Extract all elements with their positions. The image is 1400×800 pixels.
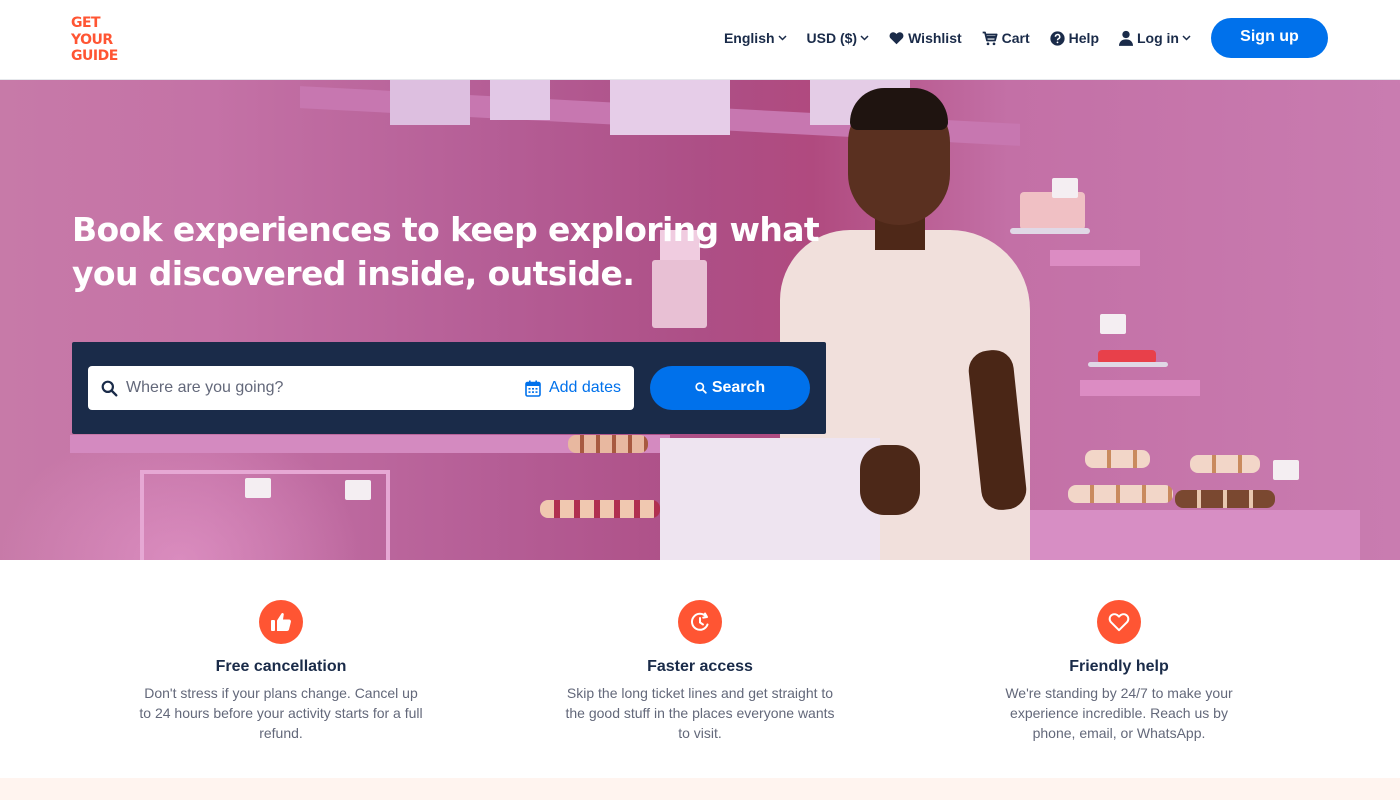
- feature-friendly-help: Friendly help We're standing by 24/7 to …: [969, 600, 1269, 743]
- decor-price-tag: [345, 480, 371, 500]
- heart-icon: [1097, 600, 1141, 644]
- decor-table: [1000, 510, 1360, 560]
- search-panel: Add dates Search: [72, 342, 826, 434]
- add-dates-label: Add dates: [548, 379, 621, 396]
- getyourguide-logo[interactable]: GET YOUR GUIDE: [71, 16, 131, 64]
- feature-description: Don't stress if your plans change. Cance…: [139, 685, 423, 741]
- decor-shelf: [1080, 380, 1200, 396]
- decor-price-tag: [1273, 460, 1299, 480]
- help-icon: [1050, 30, 1065, 46]
- feature-description: Skip the long ticket lines and get strai…: [565, 685, 835, 741]
- wishlist-link[interactable]: Wishlist: [889, 18, 962, 58]
- login-menu[interactable]: Log in: [1119, 18, 1191, 58]
- chevron-down-icon: [778, 35, 787, 41]
- feature-free-cancellation: Free cancellation Don't stress if your p…: [131, 600, 431, 743]
- feature-title: Free cancellation: [215, 658, 347, 675]
- feature-title: Faster access: [647, 658, 753, 675]
- destination-search-input[interactable]: [126, 368, 506, 408]
- search-button[interactable]: Search: [650, 366, 810, 410]
- wishlist-label: Wishlist: [908, 30, 962, 46]
- calendar-icon: [525, 380, 541, 397]
- logo-line-3: GUIDE: [71, 48, 118, 64]
- heart-icon: [889, 31, 904, 45]
- language-label: English: [723, 30, 775, 46]
- search-icon: [695, 382, 707, 394]
- decor-pastries: [1175, 490, 1275, 508]
- decor-gift-box: [490, 80, 550, 120]
- feature-description: We're standing by 24/7 to make your expe…: [1005, 685, 1233, 741]
- help-link[interactable]: Help: [1050, 18, 1099, 58]
- site-header: GET YOUR GUIDE English USD ($) Wishlist: [0, 0, 1400, 80]
- cart-icon: [982, 31, 998, 46]
- decor-white-box: [660, 438, 880, 560]
- logo-line-2: YOUR: [71, 31, 113, 48]
- decor-price-tag: [245, 478, 271, 498]
- language-selector[interactable]: English: [724, 18, 787, 58]
- decor-price-tag: [1100, 314, 1126, 334]
- hero-title: Book experiences to keep exploring what …: [72, 210, 820, 293]
- logo-line-1: GET: [71, 15, 101, 31]
- person-hand: [860, 445, 920, 515]
- decor-pastries: [1085, 450, 1150, 468]
- user-icon: [1119, 30, 1133, 46]
- cart-link[interactable]: Cart: [982, 18, 1030, 58]
- decor-pastries: [1190, 455, 1260, 473]
- top-nav: English USD ($) Wishlist Cart Help Log i…: [724, 18, 1328, 58]
- value-props: Free cancellation Don't stress if your p…: [0, 560, 1400, 778]
- destination-search-field[interactable]: Add dates: [88, 366, 634, 410]
- decor-price-tag: [1052, 178, 1078, 198]
- decor-pastries: [1068, 485, 1173, 503]
- clock-refresh-icon: [678, 600, 722, 644]
- login-label: Log in: [1137, 30, 1179, 46]
- hero-banner: Book experiences to keep exploring what …: [0, 80, 1400, 560]
- help-label: Help: [1068, 30, 1099, 46]
- decor-cake-stand: [1088, 362, 1168, 367]
- decor-gift-box: [610, 80, 730, 135]
- cart-label: Cart: [1001, 30, 1030, 46]
- decor-pastries: [568, 435, 648, 453]
- search-icon: [101, 380, 118, 397]
- person-hair: [850, 88, 948, 130]
- currency-label: USD ($): [806, 30, 858, 46]
- feature-title: Friendly help: [1069, 658, 1169, 675]
- next-section-edge: [0, 778, 1400, 800]
- decor-gift-box: [390, 80, 470, 125]
- search-button-label: Search: [711, 379, 766, 396]
- chevron-down-icon: [1182, 35, 1191, 41]
- decor-shelf: [1050, 250, 1140, 266]
- thumbs-up-icon: [259, 600, 303, 644]
- feature-faster-access: Faster access Skip the long ticket lines…: [550, 600, 850, 743]
- decor-pastries: [540, 500, 660, 518]
- sign-up-button[interactable]: Sign up: [1211, 18, 1328, 58]
- currency-selector[interactable]: USD ($): [807, 18, 870, 58]
- add-dates-button[interactable]: Add dates: [525, 366, 621, 410]
- chevron-down-icon: [860, 35, 869, 41]
